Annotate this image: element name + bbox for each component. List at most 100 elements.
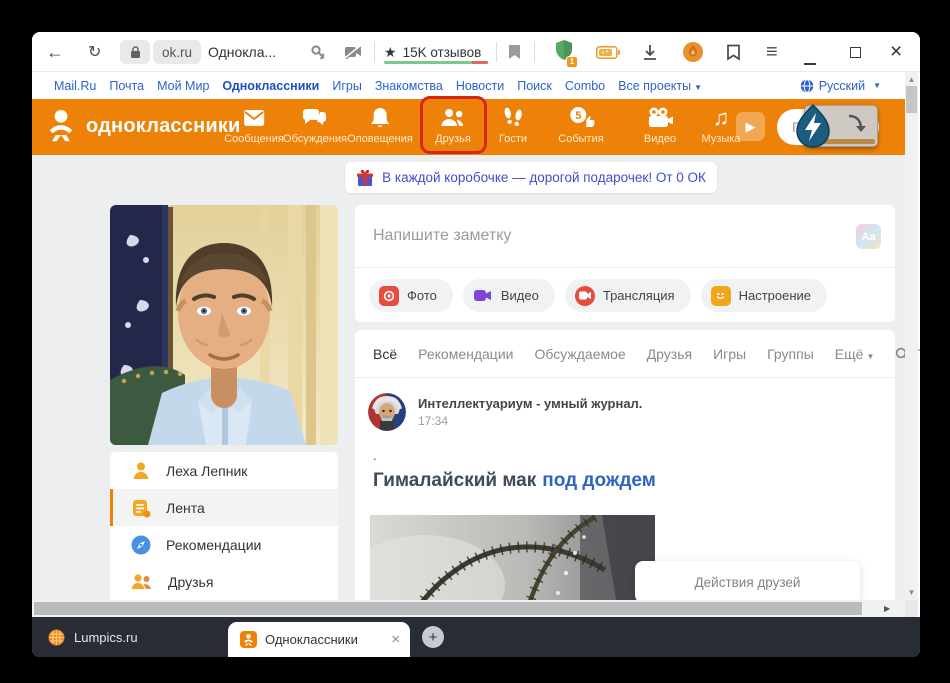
photo-camera-icon [379, 286, 399, 306]
oknav-label: Оповещения [347, 133, 413, 145]
video-promo-button[interactable]: ▶ [736, 112, 765, 141]
sidebar-panel-button[interactable] [726, 32, 741, 72]
tab-discussed[interactable]: Обсуждаемое [534, 346, 625, 362]
extension-button[interactable] [682, 32, 704, 72]
post-timestamp: 17:34 [418, 414, 448, 428]
protect-extension-button[interactable]: 1 [554, 32, 574, 72]
broadcast-button[interactable]: Трансляция [565, 279, 691, 312]
nav-poisk[interactable]: Поиск [517, 79, 552, 93]
oknav-guests[interactable]: Гости [499, 106, 527, 145]
tab-games[interactable]: Игры [713, 346, 746, 362]
vertical-scrollbar-thumb[interactable] [906, 86, 917, 113]
new-tab-button[interactable]: + [422, 626, 444, 648]
action-label: Трансляция [603, 288, 675, 303]
svg-text:5: 5 [575, 110, 581, 122]
scroll-down-icon[interactable]: ▼ [905, 588, 918, 597]
oknav-friends[interactable]: Друзья [435, 106, 471, 145]
nav-odnoklassniki[interactable]: Одноклассники [222, 79, 319, 93]
browser-menu-button[interactable]: ≡ [766, 32, 778, 72]
horizontal-scrollbar-thumb[interactable] [34, 602, 862, 615]
events-icon: 5 [567, 106, 595, 130]
reviews-widget[interactable]: ★ 15K отзывов [384, 32, 481, 72]
minimize-icon [804, 63, 816, 65]
nav-moy-mir[interactable]: Мой Мир [157, 79, 209, 93]
post-title-link[interactable]: под дождем [542, 470, 656, 491]
tab-groups[interactable]: Группы [767, 346, 814, 362]
oknav-label: Видео [644, 133, 676, 145]
oknav-label: Сообщения [224, 133, 284, 145]
refresh-button[interactable]: ↻ [88, 32, 101, 72]
url-host-chip[interactable]: ok.ru [153, 40, 201, 64]
post-image[interactable] [370, 515, 655, 600]
tab-close-icon[interactable]: × [391, 631, 400, 648]
vertical-scrollbar[interactable]: ▲ ▼ [905, 72, 918, 600]
oknav-notifications[interactable]: Оповещения [347, 106, 413, 145]
divider [496, 42, 497, 62]
post-title-dark: Гималайский мак [373, 470, 536, 491]
nav-znakomstva[interactable]: Знакомства [375, 79, 443, 93]
mood-button[interactable]: Настроение [701, 279, 827, 312]
feed-icon [130, 497, 152, 519]
site-security-chip[interactable] [120, 40, 150, 64]
nav-mailru[interactable]: Mail.Ru [54, 79, 96, 93]
nav-novosti[interactable]: Новости [456, 79, 504, 93]
globe-icon [800, 79, 814, 93]
compose-card: Aa Фото Видео [355, 205, 895, 322]
oknav-messages[interactable]: Сообщения [224, 106, 284, 145]
tab-more[interactable]: Ещё▼ [835, 346, 875, 362]
camera-blocked-button[interactable] [344, 32, 362, 72]
tab-lumpics[interactable]: Lumpics.ru [48, 617, 138, 657]
nav-igry[interactable]: Игры [332, 79, 361, 93]
video-button[interactable]: Видео [463, 279, 555, 312]
horizontal-scrollbar[interactable]: ▶ [32, 600, 905, 617]
oknav-events[interactable]: 5 События [558, 106, 603, 145]
post-author-avatar[interactable] [368, 393, 406, 431]
text-style-icon[interactable]: Aa [856, 224, 881, 249]
language-selector[interactable]: Русский ▼ [800, 79, 881, 93]
tab-label: Одноклассники [265, 632, 383, 647]
profile-photo[interactable] [110, 205, 338, 445]
lumpics-favicon [48, 629, 65, 646]
ok-logo[interactable]: одноклассники [44, 108, 241, 144]
tab-odnoklassniki-active[interactable]: Одноклассники × [228, 622, 410, 657]
left-menu: Леха Лепник Лента Рекомендации Друзья [110, 452, 338, 600]
back-button[interactable]: ← [46, 32, 64, 72]
shield-icon: 1 [554, 39, 574, 66]
menu-item-recommendations[interactable]: Рекомендации [110, 526, 338, 563]
oknav-video[interactable]: Видео [644, 106, 676, 145]
scroll-right-icon[interactable]: ▶ [884, 604, 890, 613]
nav-combo[interactable]: Combo [565, 79, 605, 93]
friends-icon [439, 106, 467, 130]
menu-item-profile[interactable]: Леха Лепник [110, 452, 338, 489]
post-author-name[interactable]: Интеллектуариум - умный журнал. [418, 396, 642, 411]
close-window-button[interactable]: × [890, 32, 902, 72]
maximize-button[interactable] [850, 32, 861, 72]
scroll-up-icon[interactable]: ▲ [905, 75, 918, 84]
note-input[interactable] [373, 205, 813, 267]
password-manager-button[interactable] [310, 32, 327, 72]
photo-button[interactable]: Фото [369, 279, 453, 312]
nav-pochta[interactable]: Почта [109, 79, 144, 93]
chevron-down-icon: ▼ [866, 352, 874, 361]
browser-window: ← ↻ ok.ru Однокла... ★ 15K отзывов [32, 32, 920, 657]
menu-item-feed[interactable]: Лента [110, 489, 338, 526]
refresh-icon: ↻ [88, 42, 101, 62]
oknav-music[interactable]: ♫ Музыка [702, 106, 741, 145]
menu-label: Леха Лепник [166, 463, 247, 479]
tab-recommendations[interactable]: Рекомендации [418, 346, 513, 362]
bookmark-button[interactable] [508, 32, 521, 72]
lightshot-overlay-icon[interactable] [790, 103, 836, 154]
battery-saver-button[interactable] [596, 32, 620, 72]
promo-banner[interactable]: В каждой коробочке — дорогой подарочек! … [345, 162, 717, 193]
menu-item-friends[interactable]: Друзья [110, 563, 338, 600]
downloads-button[interactable] [642, 32, 658, 72]
oknav-discussions[interactable]: Обсуждения [283, 106, 347, 145]
tab-more-label: Ещё [835, 346, 864, 362]
promo-banner-text: В каждой коробочке — дорогой подарочек! … [382, 170, 706, 185]
lock-icon [120, 40, 150, 64]
reviews-count: 15K отзывов [403, 45, 482, 60]
friends-actions-panel[interactable]: Действия друзей [635, 561, 860, 603]
tab-all[interactable]: Всё [373, 346, 397, 362]
tab-friends[interactable]: Друзья [647, 346, 692, 362]
nav-all-projects[interactable]: Все проекты▼ [618, 79, 702, 93]
